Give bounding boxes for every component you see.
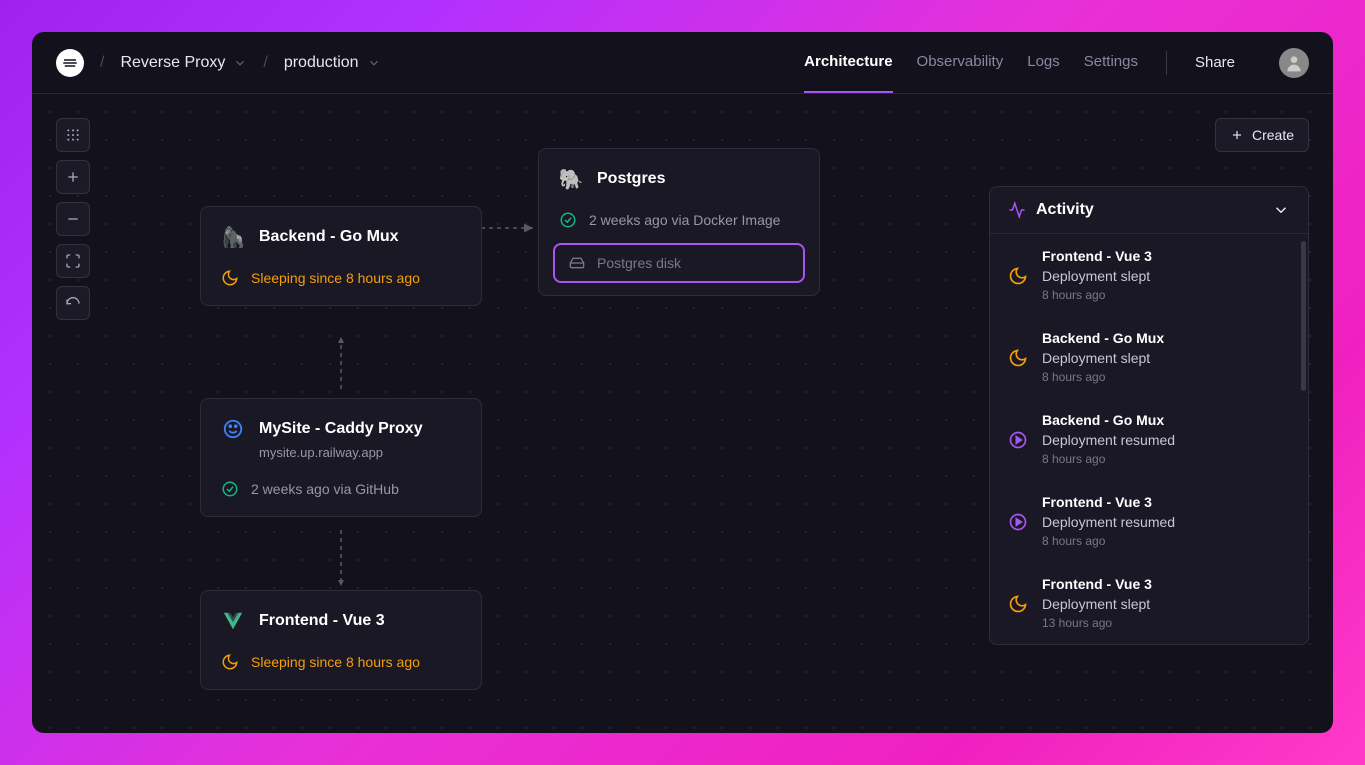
activity-action: Deployment resumed: [1042, 514, 1290, 530]
tab-logs[interactable]: Logs: [1027, 32, 1060, 93]
canvas-area[interactable]: Create 🦍 Backend - Go Mux: [32, 94, 1333, 733]
activity-header[interactable]: Activity: [990, 187, 1308, 234]
activity-list[interactable]: Frontend - Vue 3 Deployment slept 8 hours …: [990, 234, 1308, 644]
tab-observability[interactable]: Observability: [917, 32, 1004, 93]
service-title: MySite - Caddy Proxy: [259, 420, 423, 438]
disk-attachment[interactable]: Postgres disk: [553, 243, 805, 283]
plus-icon: [1230, 128, 1244, 142]
breadcrumb-project[interactable]: Reverse Proxy: [120, 54, 247, 72]
activity-action: Deployment slept: [1042, 350, 1290, 366]
zoom-out-button[interactable]: [56, 202, 90, 236]
zoom-in-button[interactable]: [56, 160, 90, 194]
breadcrumb-env-label: production: [284, 54, 359, 72]
app-window: / Reverse Proxy / production Architectur…: [32, 32, 1333, 733]
service-title: Frontend - Vue 3: [259, 612, 385, 630]
breadcrumb-environment[interactable]: production: [284, 54, 381, 72]
caddy-icon: [221, 417, 245, 441]
activity-service: Backend - Go Mux: [1042, 412, 1290, 428]
play-icon: [1008, 430, 1028, 450]
logo-icon[interactable]: [56, 49, 84, 77]
create-button[interactable]: Create: [1215, 118, 1309, 152]
chevron-down-icon[interactable]: [1272, 201, 1290, 219]
status-text: Sleeping since 8 hours ago: [251, 270, 420, 286]
service-card-frontend[interactable]: Frontend - Vue 3 Sleeping since 8 hours …: [200, 590, 482, 690]
activity-service: Backend - Go Mux: [1042, 330, 1290, 346]
top-nav: / Reverse Proxy / production Architectur…: [32, 32, 1333, 94]
service-card-backend[interactable]: 🦍 Backend - Go Mux Sleeping since 8 hour…: [200, 206, 482, 306]
activity-item[interactable]: Backend - Go Mux Deployment slept 8 hours …: [990, 316, 1308, 398]
disk-label: Postgres disk: [597, 255, 681, 271]
activity-time: 8 hours ago: [1042, 288, 1290, 302]
moon-icon: [221, 653, 239, 671]
activity-action: Deployment slept: [1042, 268, 1290, 284]
activity-item[interactable]: Backend - Go Mux Deployment resumed 8 hour…: [990, 398, 1308, 480]
moon-icon: [221, 269, 239, 287]
service-title: Backend - Go Mux: [259, 228, 399, 246]
undo-button[interactable]: [56, 286, 90, 320]
activity-time: 8 hours ago: [1042, 370, 1290, 384]
activity-item[interactable]: Frontend - Vue 3 Deployment slept 8 hours …: [990, 234, 1308, 316]
grid-button[interactable]: [56, 118, 90, 152]
service-card-caddy[interactable]: MySite - Caddy Proxy mysite.up.railway.a…: [200, 398, 482, 517]
activity-item[interactable]: Frontend - Vue 3 Deployment resumed 8 hour…: [990, 480, 1308, 562]
check-icon: [559, 211, 577, 229]
canvas-toolbar: [56, 118, 90, 320]
tab-architecture[interactable]: Architecture: [804, 32, 892, 93]
moon-icon: [1008, 348, 1028, 368]
scrollbar-thumb[interactable]: [1301, 241, 1306, 391]
moon-icon: [1008, 594, 1028, 614]
activity-action: Deployment slept: [1042, 596, 1290, 612]
service-subtitle: mysite.up.railway.app: [259, 445, 461, 460]
pulse-icon: [1008, 201, 1026, 219]
play-icon: [1008, 512, 1028, 532]
breadcrumb-project-label: Reverse Proxy: [120, 54, 225, 72]
service-card-postgres[interactable]: 🐘 Postgres 2 weeks ago via Docker Image …: [538, 148, 820, 296]
chevron-down-icon: [233, 56, 247, 70]
nav-tabs: Architecture Observability Logs Settings…: [804, 32, 1309, 93]
breadcrumb-separator: /: [100, 54, 104, 72]
moon-icon: [1008, 266, 1028, 286]
fullscreen-button[interactable]: [56, 244, 90, 278]
postgres-icon: 🐘: [559, 167, 583, 191]
vue-icon: [221, 609, 245, 633]
activity-title-label: Activity: [1036, 201, 1094, 219]
activity-time: 8 hours ago: [1042, 452, 1290, 466]
status-text: 2 weeks ago via GitHub: [251, 481, 399, 497]
create-label: Create: [1252, 127, 1294, 143]
disk-icon: [569, 255, 585, 271]
activity-panel: Activity Frontend - Vue 3 Deployment slep…: [989, 186, 1309, 645]
activity-service: Frontend - Vue 3: [1042, 576, 1290, 592]
activity-time: 13 hours ago: [1042, 616, 1290, 630]
activity-time: 8 hours ago: [1042, 534, 1290, 548]
breadcrumb-separator: /: [263, 54, 267, 72]
go-icon: 🦍: [221, 225, 245, 249]
tab-settings[interactable]: Settings: [1084, 32, 1138, 93]
status-text: Sleeping since 8 hours ago: [251, 654, 420, 670]
chevron-down-icon: [367, 56, 381, 70]
service-title: Postgres: [597, 170, 665, 188]
activity-item[interactable]: Frontend - Vue 3 Deployment slept 13 hours…: [990, 562, 1308, 644]
check-icon: [221, 480, 239, 498]
avatar[interactable]: [1279, 48, 1309, 78]
activity-action: Deployment resumed: [1042, 432, 1290, 448]
activity-service: Frontend - Vue 3: [1042, 248, 1290, 264]
share-button[interactable]: Share: [1195, 54, 1235, 71]
nav-divider: [1166, 51, 1167, 75]
activity-service: Frontend - Vue 3: [1042, 494, 1290, 510]
status-text: 2 weeks ago via Docker Image: [589, 212, 780, 228]
